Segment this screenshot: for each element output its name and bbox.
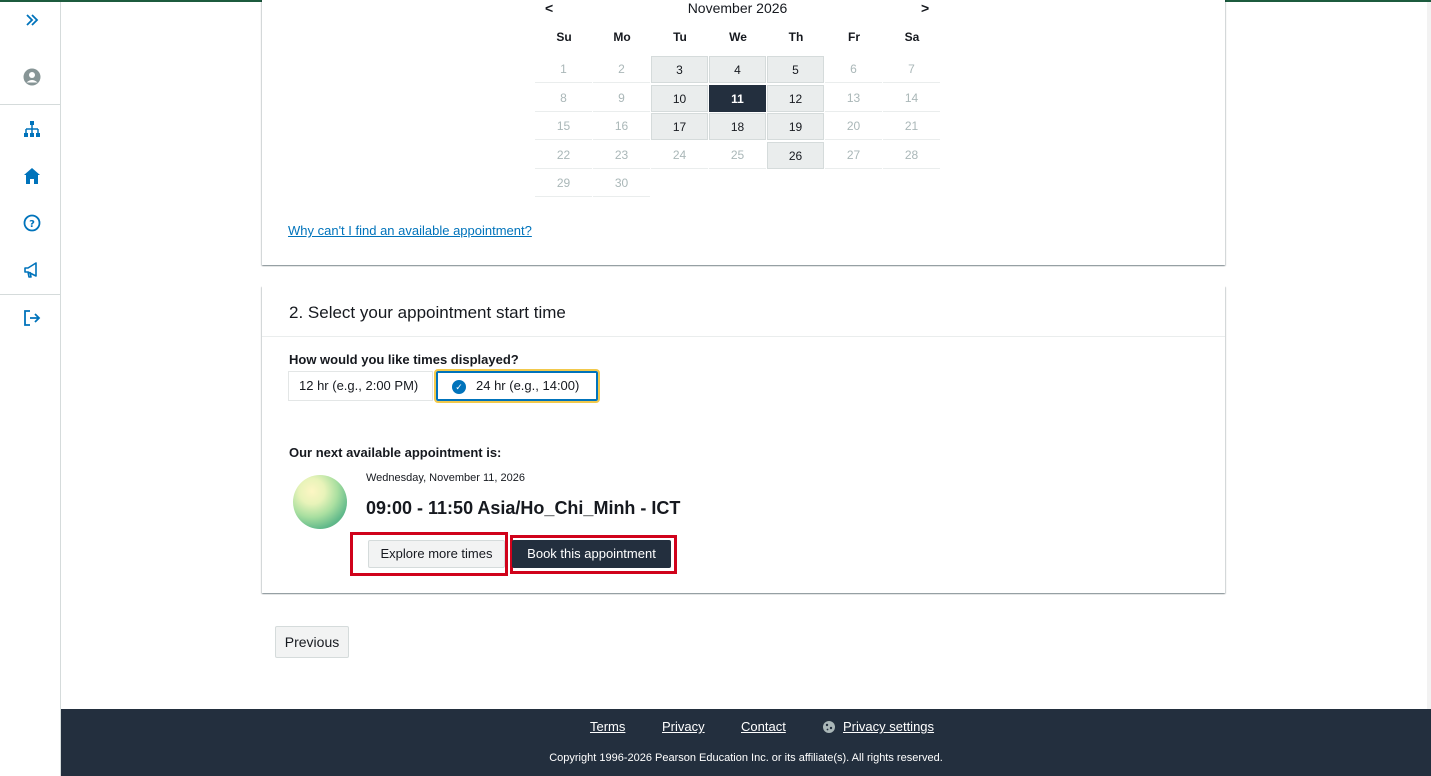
calendar-day[interactable]: 4 [709,56,766,83]
sidebar-divider [0,294,60,295]
calendar-day: 22 [535,141,592,169]
book-appointment-button[interactable]: Book this appointment [512,540,671,568]
appointment-illustration [293,475,347,529]
previous-button[interactable]: Previous [275,626,349,658]
calendar-day: 7 [883,56,940,83]
calendar-day[interactable]: 12 [767,84,824,112]
calendar-day: 8 [535,84,592,112]
option-label: 24 hr (e.g., 14:00) [476,378,580,393]
privacy-settings-link[interactable]: Privacy settings [843,719,934,734]
calendar-day[interactable]: 19 [767,113,824,140]
sidebar: ? [0,2,61,776]
calendar-day: 28 [883,141,940,169]
calendar-day: 2 [593,56,650,83]
announcement-megaphone-icon[interactable] [20,258,44,282]
calendar-day: 25 [709,141,766,169]
month-label: November 2026 [687,0,788,16]
sitemap-icon[interactable] [20,117,44,141]
weekday-label: Mo [613,30,631,44]
calendar-day[interactable]: 11 [709,84,766,112]
help-icon[interactable]: ? [20,211,44,235]
weekday-label: Sa [904,30,920,44]
sign-out-icon[interactable] [20,306,44,330]
why-no-appointment-link[interactable]: Why can't I find an available appointmen… [288,223,532,238]
weekday-label: Su [556,30,572,44]
appointment-time: 09:00 - 11:50 Asia/Ho_Chi_Minh - ICT [366,498,681,518]
terms-link[interactable]: Terms [590,719,625,734]
calendar-day: 30 [593,170,650,197]
appointment-date: Wednesday, November 11, 2026 [366,472,525,484]
calendar-day: 20 [825,113,882,140]
time-format-12hr-option[interactable]: 12 hr (e.g., 2:00 PM) [288,371,433,401]
calendar-day[interactable]: 26 [767,141,824,169]
privacy-link[interactable]: Privacy [662,719,705,734]
weekday-label: Tu [673,30,687,44]
footer: Terms Privacy Contact Privacy settings C… [61,709,1431,776]
calendar-day: 21 [883,113,940,140]
calendar-day: 1 [535,56,592,83]
calendar-day[interactable]: 10 [651,84,708,112]
calendar-day[interactable]: 5 [767,56,824,83]
calendar-day: 16 [593,113,650,140]
section-divider [262,336,1225,337]
scroll-gutter [1427,2,1431,709]
calendar-day: 23 [593,141,650,169]
calendar-day[interactable]: 17 [651,113,708,140]
weekday-header-row: Su Mo Tu We Th Fr Sa [535,30,940,50]
calendar-day[interactable]: 18 [709,113,766,140]
user-account-icon[interactable] [20,65,44,89]
calendar-day: 14 [883,84,940,112]
explore-more-times-button[interactable]: Explore more times [368,540,505,568]
next-month-button[interactable]: > [921,0,929,16]
expand-chevrons-icon[interactable] [20,8,44,32]
calendar-day: 15 [535,113,592,140]
copyright-text: Copyright 1996-2026 Pearson Education In… [549,752,943,764]
time-format-24hr-option[interactable]: ✓ 24 hr (e.g., 14:00) [434,369,600,403]
weekday-label: Th [788,30,804,44]
calendar-day: 27 [825,141,882,169]
calendar-day: 6 [825,56,882,83]
weekday-label: We [729,30,747,44]
home-icon[interactable] [20,164,44,188]
option-label: 12 hr (e.g., 2:00 PM) [299,378,419,393]
section-title: 2. Select your appointment start time [289,303,566,322]
next-available-label: Our next available appointment is: [289,445,502,460]
svg-text:?: ? [29,219,35,230]
weekday-label: Fr [848,30,860,44]
calendar-header: < November 2026 > [535,0,940,18]
calendar-day: 13 [825,84,882,112]
sidebar-divider [0,104,60,105]
calendar-day[interactable]: 3 [651,56,708,83]
cookie-settings-icon [822,720,836,739]
calendar-day: 9 [593,84,650,112]
contact-link[interactable]: Contact [741,719,786,734]
calendar-day: 29 [535,170,592,197]
calendar-day: 24 [651,141,708,169]
time-format-question: How would you like times displayed? [289,352,519,367]
check-circle-icon: ✓ [452,379,466,394]
